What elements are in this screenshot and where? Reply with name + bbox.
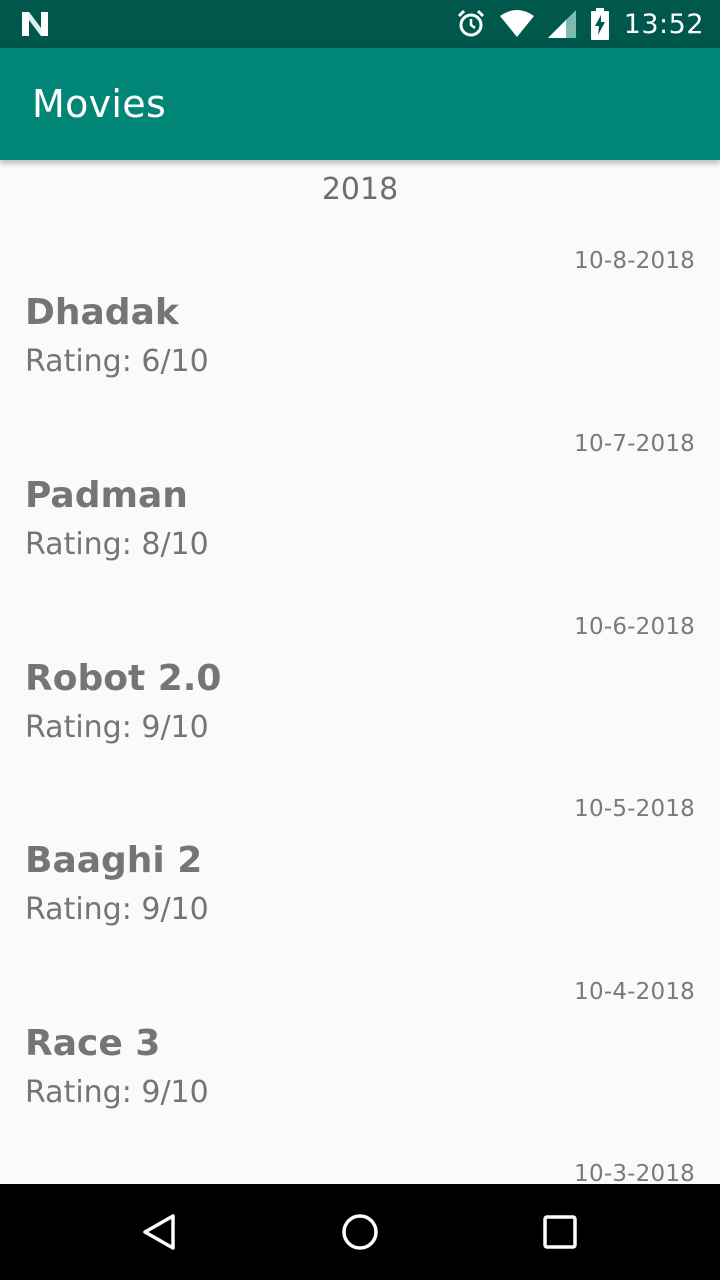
page-title: Movies [32,82,167,126]
navigation-bar [0,1184,720,1280]
home-icon[interactable] [340,1212,380,1252]
movie-date: 10-8-2018 [574,248,695,274]
movie-date: 10-7-2018 [574,431,695,457]
battery-charging-icon [590,8,609,40]
notification-n-icon [22,12,48,36]
wifi-icon [499,10,534,37]
list-item[interactable]: 10-4-2018 Race 3 Rating: 9/10 [0,979,720,1162]
list-item[interactable]: 10-6-2018 Robot 2.0 Rating: 9/10 [0,614,720,797]
movie-rating: Rating: 6/10 [25,344,209,379]
list-item[interactable]: 10-7-2018 Padman Rating: 8/10 [0,431,720,614]
movie-rating: Rating: 9/10 [25,1075,209,1110]
movie-date: 10-3-2018 [574,1161,695,1184]
movie-date: 10-5-2018 [574,796,695,822]
signal-icon [547,10,576,38]
movie-title: Padman [25,475,188,516]
back-icon[interactable] [140,1212,180,1252]
list-item[interactable]: 10-5-2018 Baaghi 2 Rating: 9/10 [0,796,720,979]
movie-title: Robot 2.0 [25,658,222,699]
recents-icon[interactable] [540,1212,580,1252]
app-bar: Movies [0,48,720,160]
list-item[interactable]: 10-3-2018 [0,1161,720,1184]
movie-rating: Rating: 9/10 [25,710,209,745]
movie-rating: Rating: 8/10 [25,527,209,562]
section-header-year: 2018 [321,172,399,207]
movie-rating: Rating: 9/10 [25,892,209,927]
movie-list[interactable]: 2018 10-8-2018 Dhadak Rating: 6/10 10-7-… [0,160,720,1184]
movie-date: 10-4-2018 [574,979,695,1005]
alarm-icon [457,9,484,37]
movie-title: Race 3 [25,1023,161,1064]
screen: 13:52 Movies 2018 10-8-2018 Dhadak Ratin… [0,0,720,1280]
movie-title: Baaghi 2 [25,840,203,881]
status-bar: 13:52 [0,0,720,48]
movie-date: 10-6-2018 [574,614,695,640]
list-item[interactable]: 10-8-2018 Dhadak Rating: 6/10 [0,248,720,431]
status-time: 13:52 [623,8,704,40]
movie-title: Dhadak [25,292,179,333]
status-icons: 13:52 [456,0,704,48]
